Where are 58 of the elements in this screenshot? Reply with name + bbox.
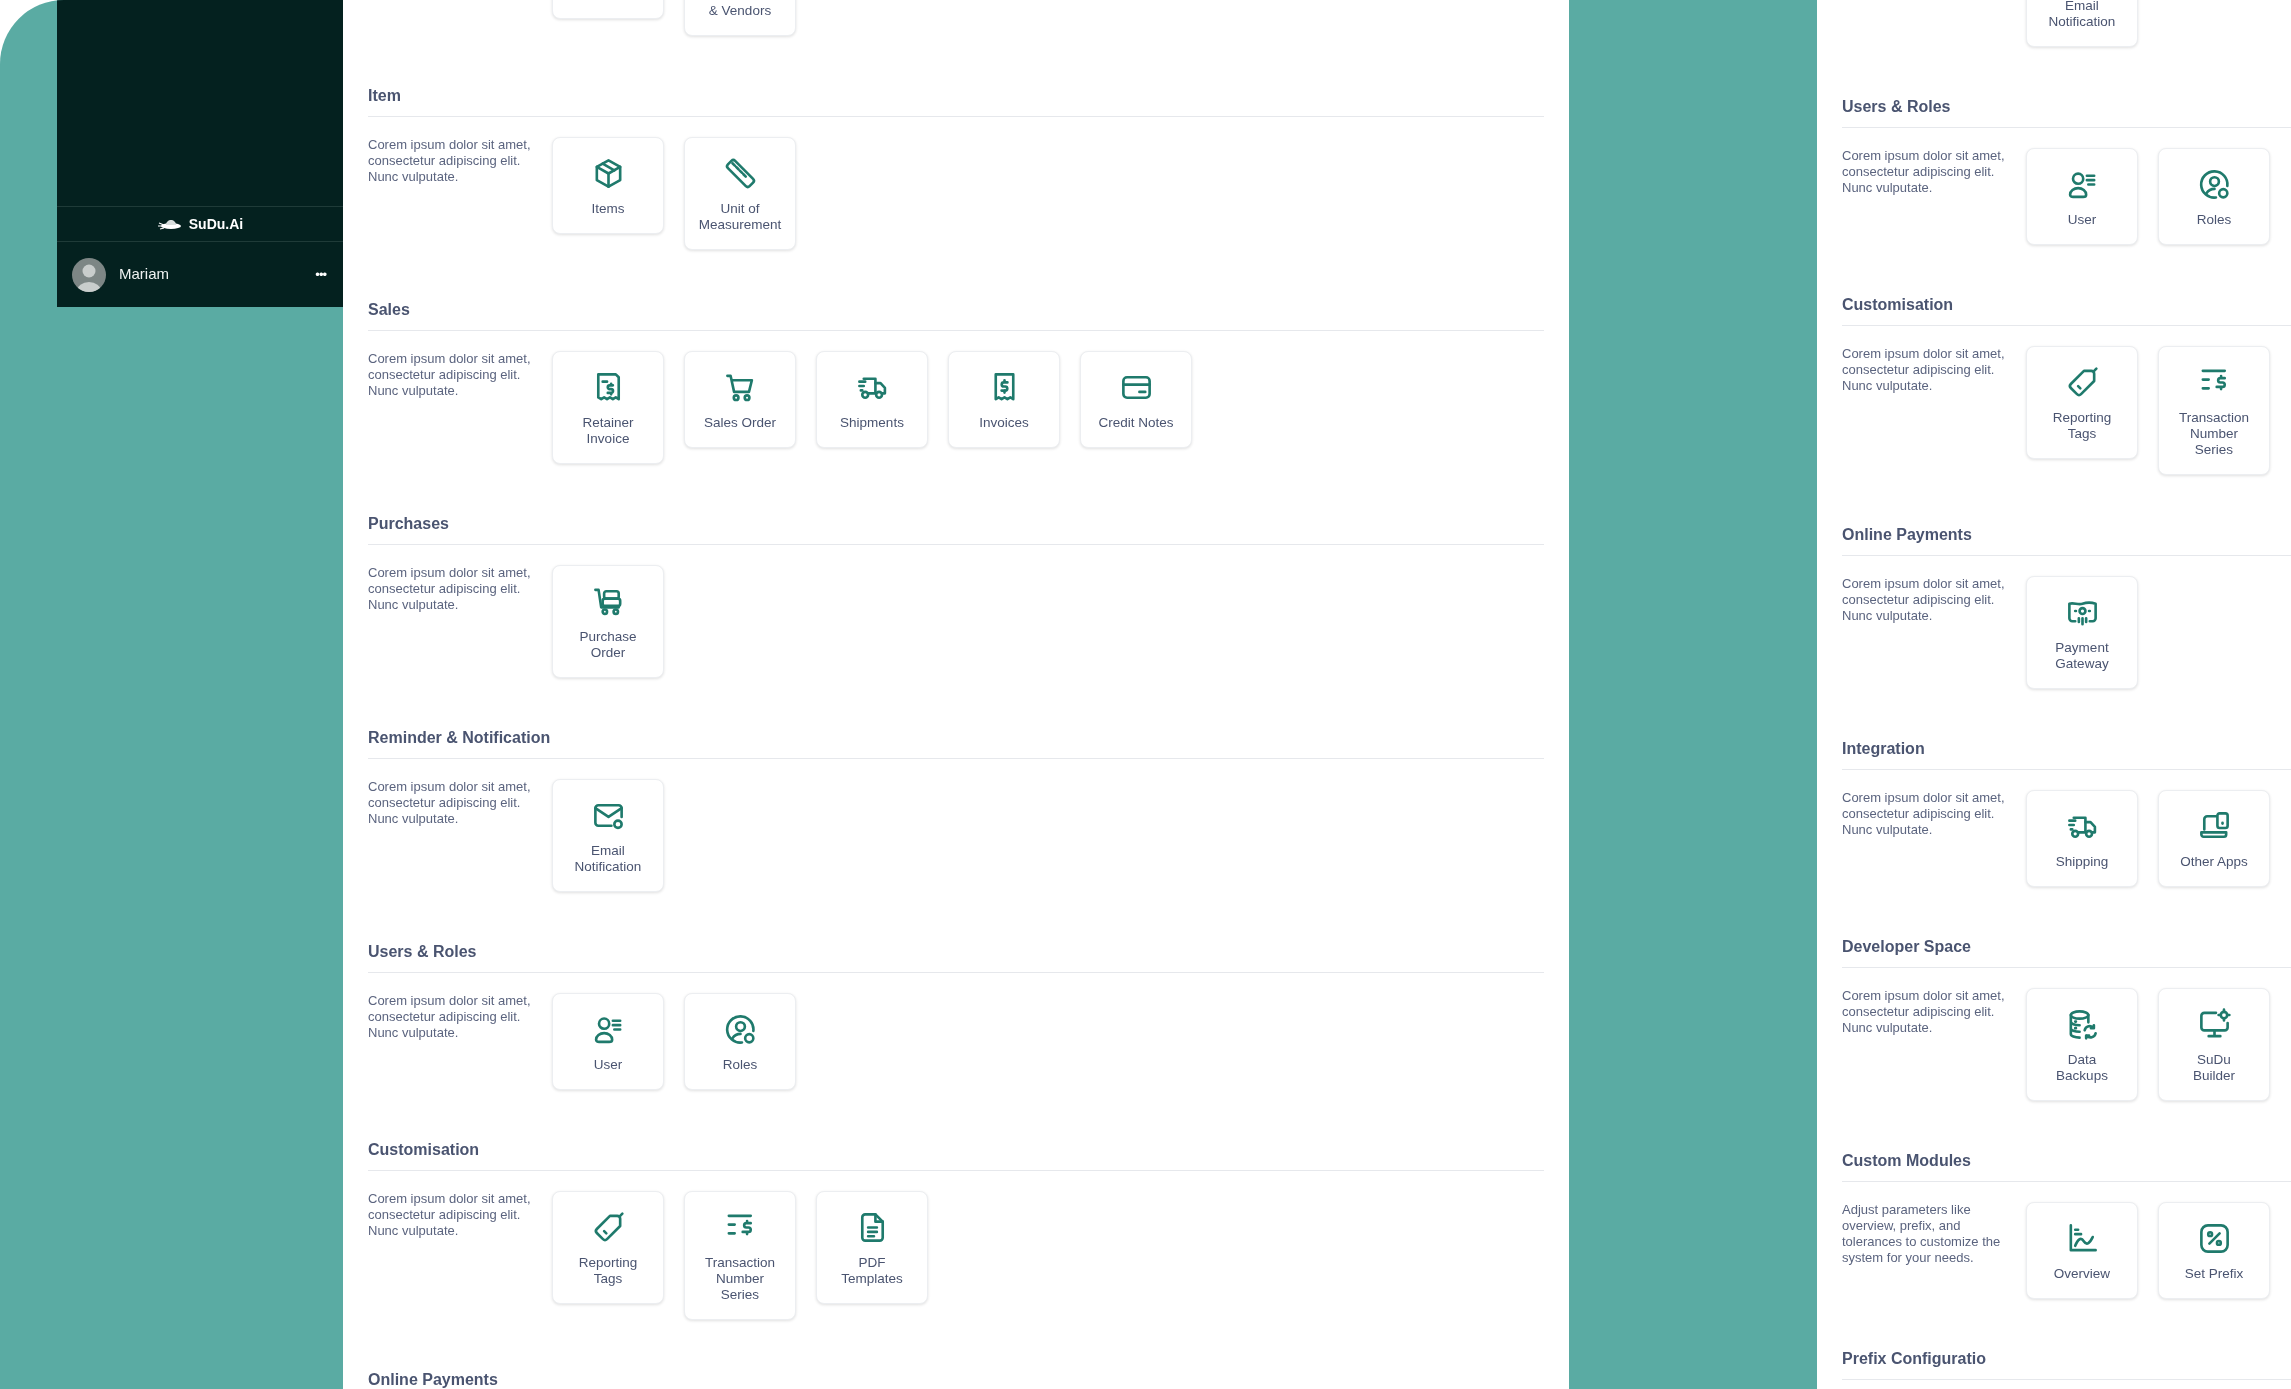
brand-name: SuDu.Ai — [188, 214, 244, 234]
settings-card[interactable]: Payment Gateway — [2026, 576, 2138, 689]
settings-card[interactable]: Retainer Invoice — [552, 351, 664, 464]
section-description: Corem ipsum dolor sit amet, consectetur adipiscing elit. Nunc vulputate. — [1842, 148, 2006, 197]
settings-card[interactable]: PDF Templates — [816, 1191, 928, 1304]
section-title: Reminder & Notification — [368, 728, 552, 748]
section-description: Corem ipsum dolor sit amet, consectetur adipiscing elit. Nunc vulputate. — [368, 565, 532, 614]
section-title: Integration — [1842, 739, 1926, 759]
settings-card[interactable]: & Vendors — [684, 0, 796, 36]
settings-card[interactable]: Unit of Measurement — [684, 137, 796, 250]
section-description: Corem ipsum dolor sit amet, consectetur adipiscing elit. Nunc vulputate. — [1842, 790, 2006, 839]
settings-card[interactable]: Invoices — [948, 351, 1060, 448]
more-button[interactable]: ••• — [313, 264, 328, 285]
section-description: Corem ipsum dolor sit amet, consectetur adipiscing elit. Nunc vulputate. — [1842, 346, 2006, 395]
section-description: Corem ipsum dolor sit amet, consectetur adipiscing elit. Nunc vulputate. — [368, 779, 532, 828]
settings-card[interactable]: User — [552, 993, 664, 1090]
section-title: Purchases — [368, 514, 450, 534]
settings-card[interactable]: Items — [552, 137, 664, 234]
settings-card[interactable]: Shipping — [2026, 790, 2138, 887]
settings-card[interactable]: Roles — [2158, 148, 2270, 245]
section-title: Custom Modules — [1842, 1151, 1972, 1171]
settings-card[interactable]: Shipments — [816, 351, 928, 448]
settings-card[interactable]: SuDu Builder — [2158, 988, 2270, 1101]
section-title: Item — [368, 86, 402, 106]
avatar — [72, 257, 106, 292]
settings-card[interactable]: Transaction Number Series — [2158, 346, 2270, 475]
settings-card[interactable]: Email Notification — [552, 779, 664, 892]
settings-card[interactable]: Transaction Number Series — [684, 1191, 796, 1320]
section-description: Corem ipsum dolor sit amet, consectetur adipiscing elit. Nunc vulputate. — [368, 351, 532, 400]
section-title: Online Payments — [1842, 525, 1973, 545]
section-description: Corem ipsum dolor sit amet, consectetur adipiscing elit. Nunc vulputate. — [1842, 988, 2006, 1037]
settings-card[interactable]: Sales Order — [684, 351, 796, 448]
settings-card[interactable]: Reporting Tags — [552, 1191, 664, 1304]
section-title: Customisation — [1842, 295, 1955, 315]
section-title: Sales — [368, 300, 411, 320]
user-name: Mariam — [119, 264, 170, 285]
settings-card[interactable]: Reporting Tags — [2026, 346, 2138, 459]
section-description: Adjust parameters like overview, prefix, and tolerances to customize the system for your needs. — [1842, 1202, 2002, 1267]
section-title: Prefix Configuratio — [1842, 1349, 1987, 1369]
settings-card[interactable]: Other Apps — [2158, 790, 2270, 887]
settings-card[interactable]: User — [2026, 148, 2138, 245]
section-description: Corem ipsum dolor sit amet, consectetur adipiscing elit. Nunc vulputate. — [368, 137, 532, 186]
section-description: Corem ipsum dolor sit amet, consectetur adipiscing elit. Nunc vulputate. — [368, 1191, 532, 1240]
section-title: Users & Roles — [1842, 97, 1952, 117]
settings-card[interactable]: Roles — [684, 993, 796, 1090]
section-description: Corem ipsum dolor sit amet, consectetur adipiscing elit. Nunc vulputate. — [1842, 576, 2006, 625]
settings-card[interactable]: Overview — [2026, 1202, 2138, 1299]
section-title: Users & Roles — [368, 942, 478, 962]
section-description: Corem ipsum dolor sit amet, consectetur adipiscing elit. Nunc vulputate. — [368, 993, 532, 1042]
settings-card[interactable]: Credit Notes — [1080, 351, 1192, 448]
settings-card[interactable]: Set Prefix — [2158, 1202, 2270, 1299]
section-title: Customisation — [368, 1140, 481, 1160]
settings-card[interactable]: Data Backups — [2026, 988, 2138, 1101]
section-title: Online Payments — [368, 1370, 499, 1389]
section-title: Developer Space — [1842, 937, 1972, 957]
settings-card[interactable]: Purchase Order — [552, 565, 664, 678]
settings-card[interactable]: Email Notification — [2026, 0, 2138, 47]
logo-icon — [156, 217, 183, 231]
